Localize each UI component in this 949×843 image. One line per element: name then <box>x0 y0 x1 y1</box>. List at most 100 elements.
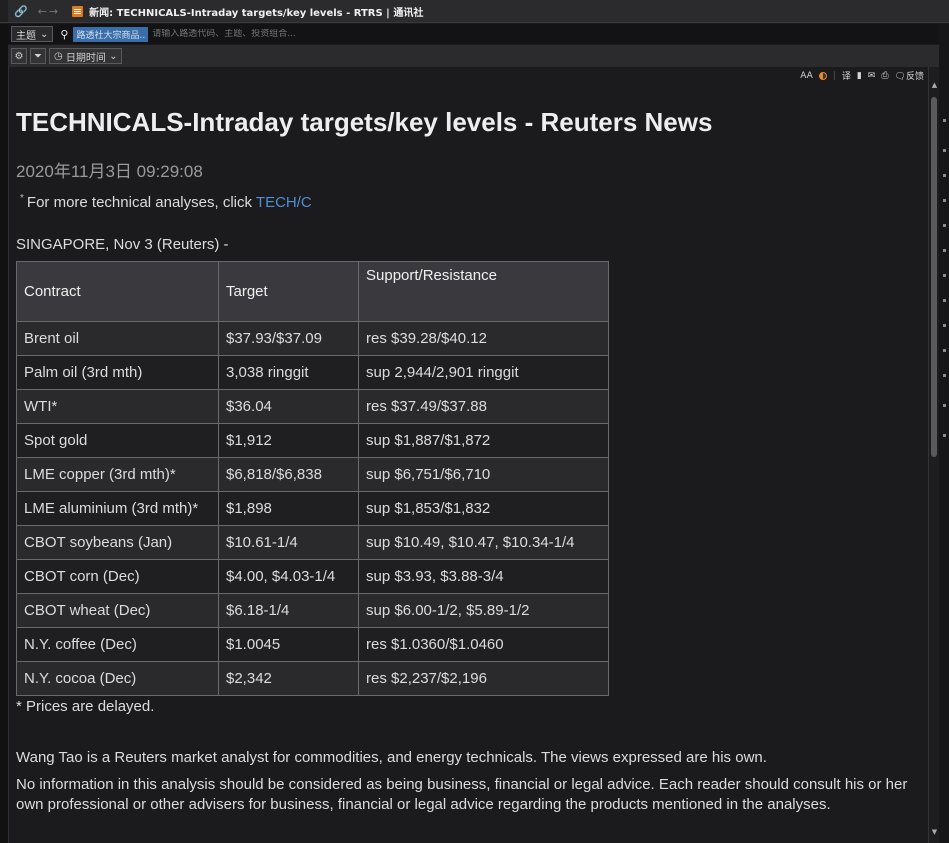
edge-marker <box>943 119 946 122</box>
cell-support-resistance: sup 2,944/2,901 ringgit <box>358 355 609 390</box>
cell-target: $1,912 <box>218 423 359 458</box>
cell-target: $37.93/$37.09 <box>218 321 359 356</box>
feedback-label: 反馈 <box>905 72 924 82</box>
edge-marker <box>943 404 946 407</box>
cell-support-resistance: res $39.28/$40.12 <box>358 321 609 356</box>
edge-marker <box>943 199 946 202</box>
nav-arrows-icon[interactable]: ←→ <box>38 5 60 18</box>
article-dateline: SINGAPORE, Nov 3 (Reuters) - <box>16 236 229 253</box>
search-icon[interactable]: ⚲ <box>60 28 68 41</box>
header-target: Target <box>218 261 359 322</box>
scroll-down-arrow-icon[interactable]: ▼ <box>930 828 939 837</box>
table-row: CBOT corn (Dec) $4.00, $4.03-1/4 sup $3.93… <box>16 559 609 594</box>
table-row: Palm oil (3rd mth) 3,038 ringgit sup 2,944… <box>16 355 609 390</box>
cell-contract: Palm oil (3rd mth) <box>16 355 219 390</box>
news-content: AA | 译 ▮ ✉ ⎙ 🗨反馈 TECHNICALS-Intraday tar… <box>8 67 928 843</box>
font-size-icon[interactable]: AA <box>800 71 813 81</box>
cell-target: 3,038 ringgit <box>218 355 359 390</box>
cell-support-resistance: sup $6,751/$6,710 <box>358 457 609 492</box>
scroll-up-arrow-icon[interactable]: ▲ <box>930 81 939 90</box>
edge-marker <box>943 299 946 302</box>
cell-support-resistance: res $1.0360/$1.0460 <box>358 627 609 662</box>
cell-support-resistance: sup $10.49, $10.47, $10.34-1/4 <box>358 525 609 560</box>
cell-support-resistance: res $2,237/$2,196 <box>358 661 609 696</box>
edge-marker <box>943 274 946 277</box>
table-row: CBOT soybeans (Jan) $10.61-1/4 sup $10.49,… <box>16 525 609 560</box>
cell-contract: N.Y. cocoa (Dec) <box>16 661 219 696</box>
email-icon[interactable]: ✉ <box>868 71 876 81</box>
translate-icon[interactable]: 译 <box>842 69 851 82</box>
tech-c-link[interactable]: TECH/C <box>256 194 312 211</box>
cell-contract: CBOT soybeans (Jan) <box>16 525 219 560</box>
news-icon <box>72 5 84 17</box>
search-chip[interactable]: 路透社大宗商品.. <box>73 26 149 42</box>
clock-icon: ◷ <box>54 50 66 62</box>
more-prefix: For more technical analyses, click <box>26 194 252 211</box>
disclaimer-paragraph: No information in this analysis should b… <box>16 776 908 813</box>
prices-delayed-note: * Prices are delayed. <box>16 698 155 715</box>
title-bar: 🔗 ←→ 新闻: TECHNICALS-Intraday targets/key… <box>0 0 949 23</box>
datetime-dropdown[interactable]: ◷ 日期时间 ⌄ <box>49 48 123 64</box>
cell-target: $6,818/$6,838 <box>218 457 359 492</box>
table-row: WTI* $36.04 res $37.49/$37.88 <box>16 389 609 424</box>
right-edge-panel <box>939 24 949 843</box>
table-row: LME aluminium (3rd mth)* $1,898 sup $1,853… <box>16 491 609 526</box>
scroll-thumb[interactable] <box>931 97 937 457</box>
cell-support-resistance: sup $1,887/$1,872 <box>358 423 609 458</box>
edge-marker <box>943 249 946 252</box>
edge-marker <box>943 149 946 152</box>
search-input[interactable] <box>152 29 753 39</box>
header-support-resistance: Support/Resistance <box>358 261 609 322</box>
table-row: CBOT wheat (Dec) $6.18-1/4 sup $6.00-1/2, … <box>16 593 609 628</box>
table-row: Spot gold $1,912 sup $1,887/$1,872 <box>16 423 609 458</box>
edge-marker <box>943 174 946 177</box>
article-toolbar: AA | 译 ▮ ✉ ⎙ 🗨反馈 <box>800 69 924 83</box>
cell-contract: LME aluminium (3rd mth)* <box>16 491 219 526</box>
article-headline: TECHNICALS-Intraday targets/key levels -… <box>16 107 713 137</box>
cell-target: $36.04 <box>218 389 359 424</box>
table-row: LME copper (3rd mth)* $6,818/$6,838 sup $6… <box>16 457 609 492</box>
cell-target: $10.61-1/4 <box>218 525 359 560</box>
cell-contract: LME copper (3rd mth)* <box>16 457 219 492</box>
topic-label: 主题 <box>16 30 36 42</box>
edge-marker <box>943 324 946 327</box>
folder-icon[interactable]: ▮ <box>857 71 862 81</box>
cell-contract: CBOT corn (Dec) <box>16 559 219 594</box>
theme-contrast-icon[interactable] <box>818 71 827 80</box>
edge-marker <box>943 374 946 377</box>
cell-contract: WTI* <box>16 389 219 424</box>
search-bar: 主题 ⌄ ⚲ 路透社大宗商品.. <box>8 24 949 44</box>
window-title: 新闻: TECHNICALS-Intraday targets/key leve… <box>89 7 424 19</box>
divider: | <box>832 70 836 81</box>
edge-marker <box>943 224 946 227</box>
bullet-star: * <box>20 193 24 204</box>
filter-funnel-icon[interactable]: ⏷ <box>30 48 46 64</box>
settings-gear-icon[interactable]: ⚙ <box>11 48 27 64</box>
cell-target: $1,898 <box>218 491 359 526</box>
link-icon[interactable]: 🔗 <box>14 5 28 18</box>
cell-contract: Spot gold <box>16 423 219 458</box>
chevron-down-icon: ⌄ <box>40 28 49 40</box>
left-strip <box>0 0 8 22</box>
print-icon[interactable]: ⎙ <box>881 71 888 81</box>
table-row: N.Y. cocoa (Dec) $2,342 res $2,237/$2,196 <box>16 661 609 696</box>
vertical-scrollbar[interactable]: ▲ ▼ <box>928 67 939 843</box>
cell-target: $2,342 <box>218 661 359 696</box>
table-header-row: Contract Target Support/Resistance <box>16 261 609 322</box>
cell-support-resistance: sup $1,853/$1,832 <box>358 491 609 526</box>
cell-target: $6.18-1/4 <box>218 593 359 628</box>
edge-marker <box>943 434 946 437</box>
header-contract: Contract <box>16 261 219 322</box>
cell-support-resistance: sup $3.93, $3.88-3/4 <box>358 559 609 594</box>
cell-contract: Brent oil <box>16 321 219 356</box>
cell-contract: CBOT wheat (Dec) <box>16 593 219 628</box>
comment-icon: 🗨 <box>894 72 906 82</box>
article-datetime: 2020年11月3日 09:29:08 <box>16 162 203 181</box>
feedback-button[interactable]: 🗨反馈 <box>895 69 924 82</box>
left-edge-panel <box>0 24 8 843</box>
cell-contract: N.Y. coffee (Dec) <box>16 627 219 662</box>
cell-support-resistance: res $37.49/$37.88 <box>358 389 609 424</box>
topic-dropdown[interactable]: 主题 ⌄ <box>11 26 54 42</box>
table-row: Brent oil $37.93/$37.09 res $39.28/$40.12 <box>16 321 609 356</box>
cell-support-resistance: sup $6.00-1/2, $5.89-1/2 <box>358 593 609 628</box>
